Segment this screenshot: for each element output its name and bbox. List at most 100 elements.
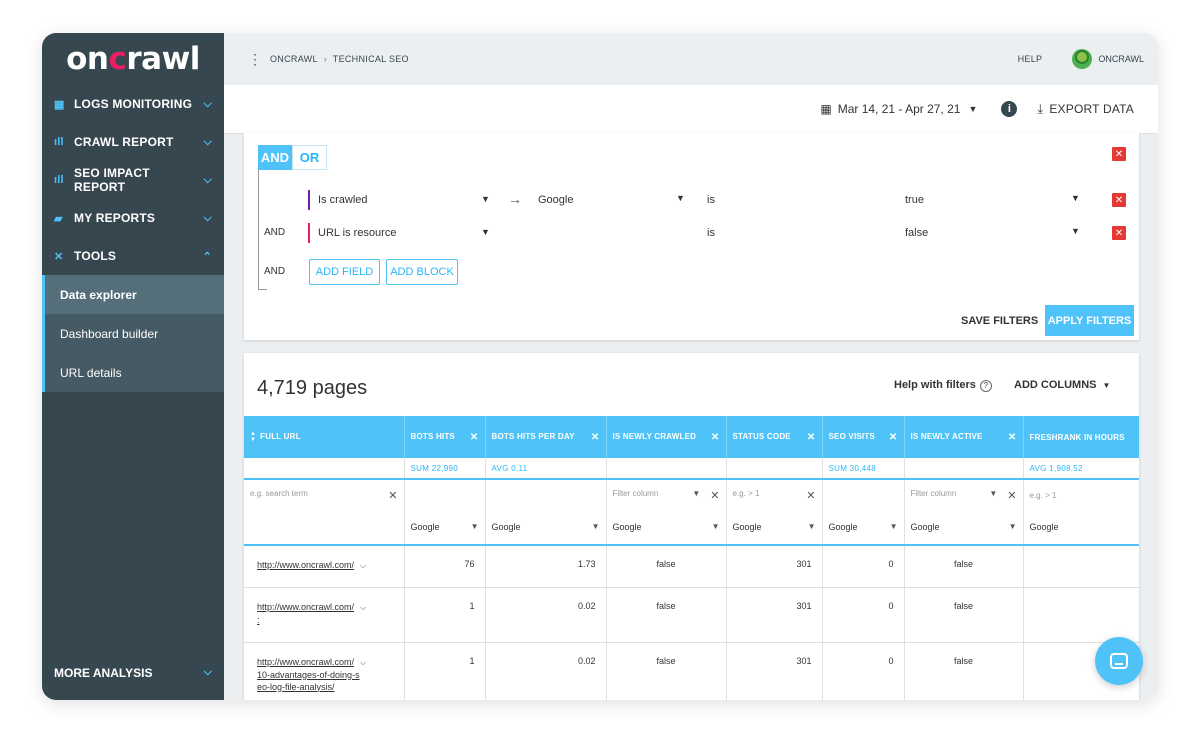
url-link-continued[interactable]: :	[257, 615, 260, 625]
info-icon[interactable]: i	[1001, 101, 1018, 117]
column-header-bots-hits-per-day[interactable]: BOTS HITS PER DAY ✕	[485, 416, 607, 458]
add-columns-button[interactable]: ADD COLUMNS ▼	[1014, 379, 1110, 391]
caret-down-icon[interactable]: ▼	[1071, 226, 1080, 236]
calendar-icon: ▦	[54, 98, 65, 111]
filter-field-select[interactable]: URL is resource	[308, 223, 396, 243]
sidebar-item-logs-monitoring[interactable]: ▦ LOGS MONITORING ⌵	[42, 85, 224, 123]
chevron-down-icon: ⌵	[203, 211, 212, 224]
and-toggle-button[interactable]: AND	[258, 145, 292, 170]
clear-icon[interactable]: ✕	[388, 489, 397, 502]
caret-down-icon[interactable]: ▼	[481, 227, 490, 237]
delete-filter-icon[interactable]: ✕	[1112, 226, 1126, 240]
column-header-is-newly-active[interactable]: IS NEWLY ACTIVE ✕	[904, 416, 1024, 458]
url-cell[interactable]: http://www.oncrawl.com/ ⌵:	[244, 587, 405, 643]
delete-block-icon[interactable]: ✕	[1112, 147, 1126, 161]
column-header-freshrank[interactable]: FRESHRANK IN HOURS	[1023, 416, 1139, 458]
filter-column-select[interactable]: Filter column ✕ ▼	[904, 479, 1024, 510]
chevron-down-icon[interactable]: ⌵	[360, 603, 366, 612]
column-header-bots-hits[interactable]: BOTS HITS ✕	[404, 416, 486, 458]
column-header-seo-visits[interactable]: SEO VISITS ✕	[822, 416, 905, 458]
bot-select[interactable]: Google	[1023, 510, 1139, 546]
clear-icon[interactable]: ✕	[806, 489, 815, 502]
filter-operator[interactable]: is	[707, 194, 715, 206]
date-range-picker[interactable]: ▦ Mar 14, 21 - Apr 27, 21 ▼	[820, 102, 977, 116]
sidebar-item-seo-impact-report[interactable]: ıll SEO IMPACT REPORT ⌵	[42, 161, 224, 199]
bot-select[interactable]: Google ▼	[606, 510, 727, 546]
column-header-label: STATUS CODE	[732, 431, 791, 441]
sidebar-item-tools[interactable]: ✕ TOOLS ⌃	[42, 237, 224, 275]
filter-bot-select[interactable]: Google	[538, 194, 573, 206]
remove-column-icon[interactable]: ✕	[591, 432, 600, 443]
help-with-filters-link[interactable]: Help with filters?	[894, 379, 992, 392]
url-link-continued[interactable]: 10-advantages-of-doing-s	[257, 670, 360, 680]
tools-icon: ✕	[54, 250, 64, 263]
chevron-up-icon: ⌃	[202, 250, 212, 263]
chat-icon	[1110, 653, 1128, 669]
url-cell[interactable]: http://www.oncrawl.com/ ⌵	[244, 545, 405, 588]
remove-column-icon[interactable]: ✕	[889, 432, 898, 443]
bot-select[interactable]: Google ▼	[485, 510, 607, 546]
url-link[interactable]: http://www.oncrawl.com/	[257, 560, 354, 570]
more-analysis-button[interactable]: MORE ANALYSIS ⌵	[42, 645, 224, 700]
bot-select[interactable]: Google ▼	[904, 510, 1024, 546]
bot-select[interactable]: Google ▼	[726, 510, 823, 546]
filter-value-select[interactable]: true	[905, 194, 924, 206]
url-link[interactable]: http://www.oncrawl.com/	[257, 657, 354, 667]
add-field-button[interactable]: ADD FIELD	[309, 259, 380, 285]
sidebar-subitem-data-explorer[interactable]: Data explorer	[42, 275, 224, 314]
caret-down-icon[interactable]: ▼	[676, 193, 685, 203]
column-header-is-newly-crawled[interactable]: IS NEWLY CRAWLED ✕	[606, 416, 727, 458]
apply-filters-button[interactable]: APPLY FILTERS	[1045, 305, 1134, 336]
sort-icon[interactable]: ▲ ▼	[250, 431, 256, 443]
chat-launcher-button[interactable]	[1095, 637, 1143, 685]
clear-icon[interactable]: ✕	[1007, 489, 1016, 502]
column-header-full-url[interactable]: ▲ ▼ FULL URL	[244, 416, 405, 458]
status-filter-input[interactable]: e.g. > 1 ✕	[726, 479, 823, 510]
remove-column-icon[interactable]: ✕	[711, 432, 720, 443]
sidebar-item-crawl-report[interactable]: ıll CRAWL REPORT ⌵	[42, 123, 224, 161]
caret-down-icon: ▼	[711, 522, 720, 531]
remove-column-icon[interactable]: ✕	[470, 432, 479, 443]
filter-operator[interactable]: is	[707, 227, 715, 239]
add-block-button[interactable]: ADD BLOCK	[386, 259, 458, 285]
results-panel: 4,719 pages Help with filters? ADD COLUM…	[244, 353, 1139, 700]
sidebar-subitem-url-details[interactable]: URL details	[42, 353, 224, 392]
account-name: ONCRAWL	[1098, 54, 1144, 64]
filter-value-select[interactable]: false	[905, 227, 928, 239]
sidebar-item-my-reports[interactable]: ▰ MY REPORTS ⌵	[42, 199, 224, 237]
export-data-button[interactable]: ⤓ EXPORT DATA	[1037, 101, 1134, 117]
filter-field-select[interactable]: Is crawled	[308, 190, 368, 210]
placeholder: e.g. search term	[250, 488, 308, 498]
oncrawl-logo[interactable]: on c rawl	[42, 33, 224, 85]
download-icon: ⤓	[1037, 101, 1044, 116]
filter-column-select[interactable]: Filter column ✕ ▼	[606, 479, 727, 510]
or-toggle-button[interactable]: OR	[292, 145, 327, 170]
url-cell[interactable]: http://www.oncrawl.com/ ⌵ 10-advantages-of…	[244, 642, 405, 700]
breadcrumb-project[interactable]: ONCRAWL	[270, 54, 318, 64]
freshrank-filter-input[interactable]: e.g. > 1	[1023, 479, 1139, 510]
placeholder: e.g. > 1	[732, 488, 760, 498]
breadcrumb-page[interactable]: TECHNICAL SEO	[333, 54, 409, 64]
delete-filter-icon[interactable]: ✕	[1112, 193, 1126, 207]
breadcrumb-separator-icon: ›	[323, 54, 327, 64]
calendar-icon: ▦	[820, 102, 832, 116]
remove-column-icon[interactable]: ✕	[807, 432, 816, 443]
bot-select[interactable]: Google ▼	[822, 510, 905, 546]
save-filters-button[interactable]: SAVE FILTERS	[961, 315, 1038, 327]
caret-down-icon[interactable]: ▼	[481, 194, 490, 204]
sidebar-subitem-dashboard-builder[interactable]: Dashboard builder	[42, 314, 224, 353]
bots-hits-per-day-cell: 1.73	[485, 545, 607, 588]
remove-column-icon[interactable]: ✕	[1008, 432, 1017, 443]
help-link[interactable]: HELP	[1018, 54, 1043, 64]
url-search-input[interactable]: e.g. search term ✕	[244, 479, 405, 510]
column-header-status-code[interactable]: STATUS CODE ✕	[726, 416, 823, 458]
chevron-down-icon[interactable]: ⌵	[360, 561, 366, 570]
account-menu[interactable]: ONCRAWL	[1072, 49, 1144, 69]
chevron-down-icon[interactable]: ⌵	[360, 658, 366, 667]
url-link-continued[interactable]: eo-log-file-analysis/	[257, 682, 335, 692]
bot-select[interactable]: Google ▼	[404, 510, 486, 546]
clear-icon[interactable]: ✕	[710, 489, 719, 502]
url-link[interactable]: http://www.oncrawl.com/	[257, 602, 354, 612]
menu-dots-icon[interactable]: ⋮	[248, 51, 262, 68]
caret-down-icon[interactable]: ▼	[1071, 193, 1080, 203]
